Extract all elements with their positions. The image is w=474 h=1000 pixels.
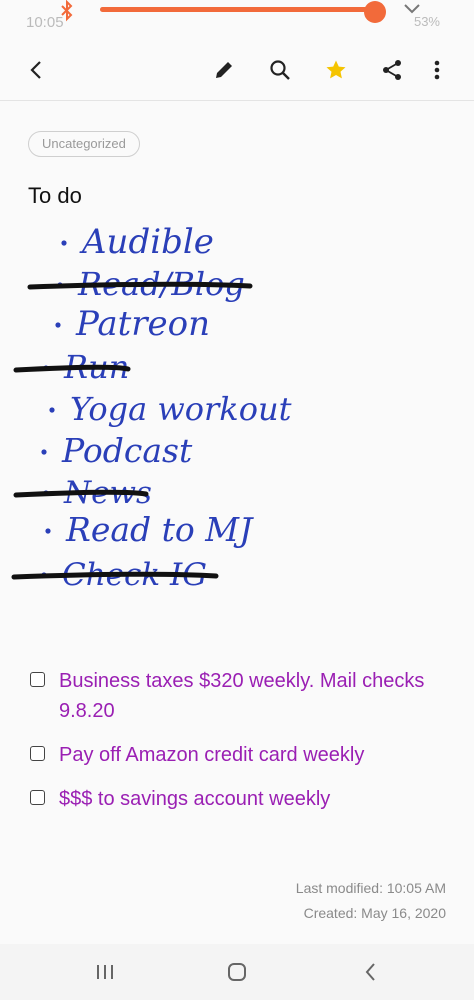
back-arrow-icon[interactable] [21,54,53,86]
back-icon[interactable] [355,956,387,988]
note-title: To do [28,183,82,208]
battery-percent: 53% [413,14,440,29]
checkbox[interactable] [30,790,45,805]
star-icon[interactable] [320,54,352,86]
bluetooth-icon [58,0,76,27]
pen-icon[interactable] [208,54,240,86]
strikethrough-line [11,571,219,580]
checklist-item: $$$ to savings account weekly [28,784,448,814]
checklist-item-text[interactable]: Pay off Amazon credit card weekly [59,744,364,766]
category-chip[interactable]: Uncategorized [28,131,140,157]
created-date: Created: May 16, 2020 [303,905,446,921]
checklist-item-text[interactable]: Business taxes $320 weekly. Mail checks … [59,670,424,722]
handwritten-bullet [61,240,67,246]
brightness-fill [100,7,376,12]
brightness-knob[interactable] [364,1,387,23]
note-toolbar [0,40,474,101]
strikethrough-line [27,281,253,290]
handwritten-bullet [49,407,55,413]
handwritten-item: Audible [79,222,214,262]
checklist-item: Pay off Amazon credit card weekly [28,740,448,770]
handwritten-list: AudibleRead/BlogPatreonRunYoga workoutPo… [11,222,292,593]
recents-icon[interactable] [89,956,121,988]
last-modified: Last modified: 10:05 AM [295,880,446,896]
checklist-item: Business taxes $320 weekly. Mail checks … [28,666,448,726]
handwritten-bullet [45,528,51,534]
status-bar: 10:05 53% [0,0,474,31]
handwritten-item: Yoga workout [70,390,292,428]
handwritten-item: Podcast [61,431,193,470]
system-navbar [0,944,474,1000]
brightness-slider[interactable] [100,1,387,23]
more-vert-icon[interactable] [421,54,453,86]
checkbox[interactable] [30,746,45,761]
handwritten-bullet [55,322,61,328]
checklist: Business taxes $320 weekly. Mail checks … [28,666,448,828]
handwritten-item: Patreon [75,304,210,344]
checkbox[interactable] [30,672,45,687]
strikethrough-line [13,364,131,373]
home-icon[interactable] [221,956,253,988]
search-icon[interactable] [264,54,296,86]
checklist-item-text[interactable]: $$$ to savings account weekly [59,788,330,810]
handwritten-bullet [41,449,47,455]
handwritten-item: Read to MJ [65,510,254,549]
strikethrough-line [13,489,149,498]
share-icon[interactable] [376,54,408,86]
